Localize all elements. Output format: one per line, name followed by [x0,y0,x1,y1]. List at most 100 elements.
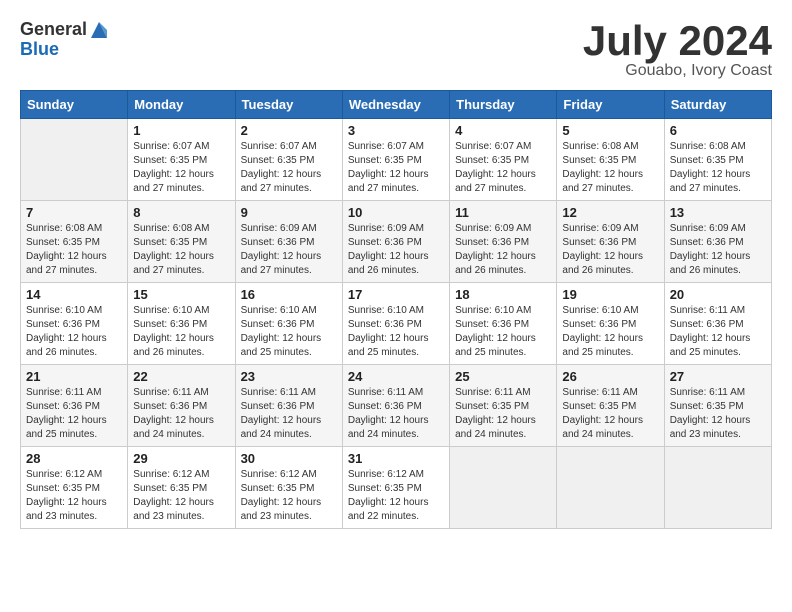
title-section: July 2024 Gouabo, Ivory Coast [583,20,772,80]
calendar-cell: 7 Sunrise: 6:08 AM Sunset: 6:35 PM Daylig… [21,201,128,283]
calendar-week-row: 7 Sunrise: 6:08 AM Sunset: 6:35 PM Daylig… [21,201,772,283]
calendar-week-row: 21Sunrise: 6:11 AM Sunset: 6:36 PM Dayli… [21,365,772,447]
calendar-cell: 17 Sunrise: 6:10 AM Sunset: 6:36 PM Dayli… [342,283,449,365]
logo-icon [89,20,109,40]
weekday-header-sunday: Sunday [21,91,128,119]
calendar-cell: 23Sunrise: 6:11 AM Sunset: 6:36 PM Dayli… [235,365,342,447]
day-number: 7 [26,205,122,220]
weekday-header-friday: Friday [557,91,664,119]
day-info: Sunrise: 6:10 AM Sunset: 6:36 PM Dayligh… [348,304,444,360]
day-info: Sunrise: 6:09 AM Sunset: 6:36 PM Dayligh… [348,222,444,278]
day-number: 22 [133,369,229,384]
day-info: Sunrise: 6:08 AM Sunset: 6:35 PM Dayligh… [26,222,122,278]
calendar-cell: 27 Sunrise: 6:11 AM Sunset: 6:35 PM Dayli… [664,365,771,447]
logo-blue: Blue [20,40,109,60]
day-info: Sunrise: 6:11 AM Sunset: 6:36 PM Dayligh… [26,386,122,442]
day-number: 30 [241,451,337,466]
day-number: 10 [348,205,444,220]
calendar-cell: 12 Sunrise: 6:09 AM Sunset: 6:36 PM Dayli… [557,201,664,283]
day-info: Sunrise: 6:11 AM Sunset: 6:35 PM Dayligh… [455,386,551,442]
day-info: Sunrise: 6:09 AM Sunset: 6:36 PM Dayligh… [670,222,766,278]
calendar-cell: 8Sunrise: 6:08 AM Sunset: 6:35 PM Daylig… [128,201,235,283]
day-number: 12 [562,205,658,220]
day-number: 28 [26,451,122,466]
page-header: General Blue July 2024 Gouabo, Ivory Coa… [20,20,772,80]
calendar-cell [450,447,557,529]
day-info: Sunrise: 6:07 AM Sunset: 6:35 PM Dayligh… [455,140,551,196]
calendar-cell: 25 Sunrise: 6:11 AM Sunset: 6:35 PM Dayli… [450,365,557,447]
day-info: Sunrise: 6:08 AM Sunset: 6:35 PM Dayligh… [670,140,766,196]
day-number: 4 [455,123,551,138]
logo-general: General [20,20,87,40]
logo: General Blue [20,20,109,60]
day-info: Sunrise: 6:12 AM Sunset: 6:35 PM Dayligh… [348,468,444,524]
calendar-title: July 2024 [583,20,772,62]
calendar-cell: 9Sunrise: 6:09 AM Sunset: 6:36 PM Daylig… [235,201,342,283]
day-info: Sunrise: 6:09 AM Sunset: 6:36 PM Dayligh… [455,222,551,278]
day-number: 5 [562,123,658,138]
day-number: 17 [348,287,444,302]
day-number: 20 [670,287,766,302]
calendar-week-row: 14 Sunrise: 6:10 AM Sunset: 6:36 PM Dayli… [21,283,772,365]
calendar-cell: 24 Sunrise: 6:11 AM Sunset: 6:36 PM Dayli… [342,365,449,447]
day-info: Sunrise: 6:09 AM Sunset: 6:36 PM Dayligh… [562,222,658,278]
calendar-subtitle: Gouabo, Ivory Coast [583,62,772,80]
weekday-header-wednesday: Wednesday [342,91,449,119]
calendar-cell [21,119,128,201]
day-number: 31 [348,451,444,466]
calendar-cell: 15 Sunrise: 6:10 AM Sunset: 6:36 PM Dayli… [128,283,235,365]
day-number: 25 [455,369,551,384]
day-info: Sunrise: 6:11 AM Sunset: 6:36 PM Dayligh… [670,304,766,360]
day-info: Sunrise: 6:10 AM Sunset: 6:36 PM Dayligh… [26,304,122,360]
calendar-cell: 31 Sunrise: 6:12 AM Sunset: 6:35 PM Dayli… [342,447,449,529]
calendar-cell: 5 Sunrise: 6:08 AM Sunset: 6:35 PM Daylig… [557,119,664,201]
calendar-cell: 4 Sunrise: 6:07 AM Sunset: 6:35 PM Daylig… [450,119,557,201]
calendar-week-row: 28 Sunrise: 6:12 AM Sunset: 6:35 PM Dayli… [21,447,772,529]
day-number: 3 [348,123,444,138]
weekday-header-row: SundayMondayTuesdayWednesdayThursdayFrid… [21,91,772,119]
calendar-cell: 21Sunrise: 6:11 AM Sunset: 6:36 PM Dayli… [21,365,128,447]
day-info: Sunrise: 6:10 AM Sunset: 6:36 PM Dayligh… [241,304,337,360]
day-number: 14 [26,287,122,302]
calendar-cell: 19Sunrise: 6:10 AM Sunset: 6:36 PM Dayli… [557,283,664,365]
day-number: 29 [133,451,229,466]
day-info: Sunrise: 6:07 AM Sunset: 6:35 PM Dayligh… [348,140,444,196]
calendar-cell: 28 Sunrise: 6:12 AM Sunset: 6:35 PM Dayli… [21,447,128,529]
day-info: Sunrise: 6:11 AM Sunset: 6:35 PM Dayligh… [562,386,658,442]
calendar-cell: 22 Sunrise: 6:11 AM Sunset: 6:36 PM Dayli… [128,365,235,447]
weekday-header-monday: Monday [128,91,235,119]
day-info: Sunrise: 6:09 AM Sunset: 6:36 PM Dayligh… [241,222,337,278]
day-number: 8 [133,205,229,220]
calendar-cell: 20 Sunrise: 6:11 AM Sunset: 6:36 PM Dayli… [664,283,771,365]
calendar-cell: 14 Sunrise: 6:10 AM Sunset: 6:36 PM Dayli… [21,283,128,365]
day-number: 2 [241,123,337,138]
day-info: Sunrise: 6:08 AM Sunset: 6:35 PM Dayligh… [562,140,658,196]
calendar-cell: 16 Sunrise: 6:10 AM Sunset: 6:36 PM Dayli… [235,283,342,365]
calendar-cell: 18 Sunrise: 6:10 AM Sunset: 6:36 PM Dayli… [450,283,557,365]
day-number: 18 [455,287,551,302]
calendar-cell: 29Sunrise: 6:12 AM Sunset: 6:35 PM Dayli… [128,447,235,529]
day-info: Sunrise: 6:10 AM Sunset: 6:36 PM Dayligh… [133,304,229,360]
day-number: 27 [670,369,766,384]
day-info: Sunrise: 6:11 AM Sunset: 6:36 PM Dayligh… [348,386,444,442]
day-number: 6 [670,123,766,138]
day-number: 19 [562,287,658,302]
calendar-table: SundayMondayTuesdayWednesdayThursdayFrid… [20,90,772,529]
calendar-cell [664,447,771,529]
day-info: Sunrise: 6:12 AM Sunset: 6:35 PM Dayligh… [241,468,337,524]
day-number: 24 [348,369,444,384]
day-number: 16 [241,287,337,302]
day-info: Sunrise: 6:12 AM Sunset: 6:35 PM Dayligh… [26,468,122,524]
calendar-cell [557,447,664,529]
day-info: Sunrise: 6:10 AM Sunset: 6:36 PM Dayligh… [455,304,551,360]
calendar-cell: 3 Sunrise: 6:07 AM Sunset: 6:35 PM Daylig… [342,119,449,201]
day-number: 26 [562,369,658,384]
day-number: 1 [133,123,229,138]
weekday-header-saturday: Saturday [664,91,771,119]
calendar-cell: 30 Sunrise: 6:12 AM Sunset: 6:35 PM Dayli… [235,447,342,529]
day-number: 15 [133,287,229,302]
day-number: 11 [455,205,551,220]
day-info: Sunrise: 6:11 AM Sunset: 6:36 PM Dayligh… [133,386,229,442]
calendar-week-row: 1 Sunrise: 6:07 AM Sunset: 6:35 PM Daylig… [21,119,772,201]
day-info: Sunrise: 6:11 AM Sunset: 6:35 PM Dayligh… [670,386,766,442]
